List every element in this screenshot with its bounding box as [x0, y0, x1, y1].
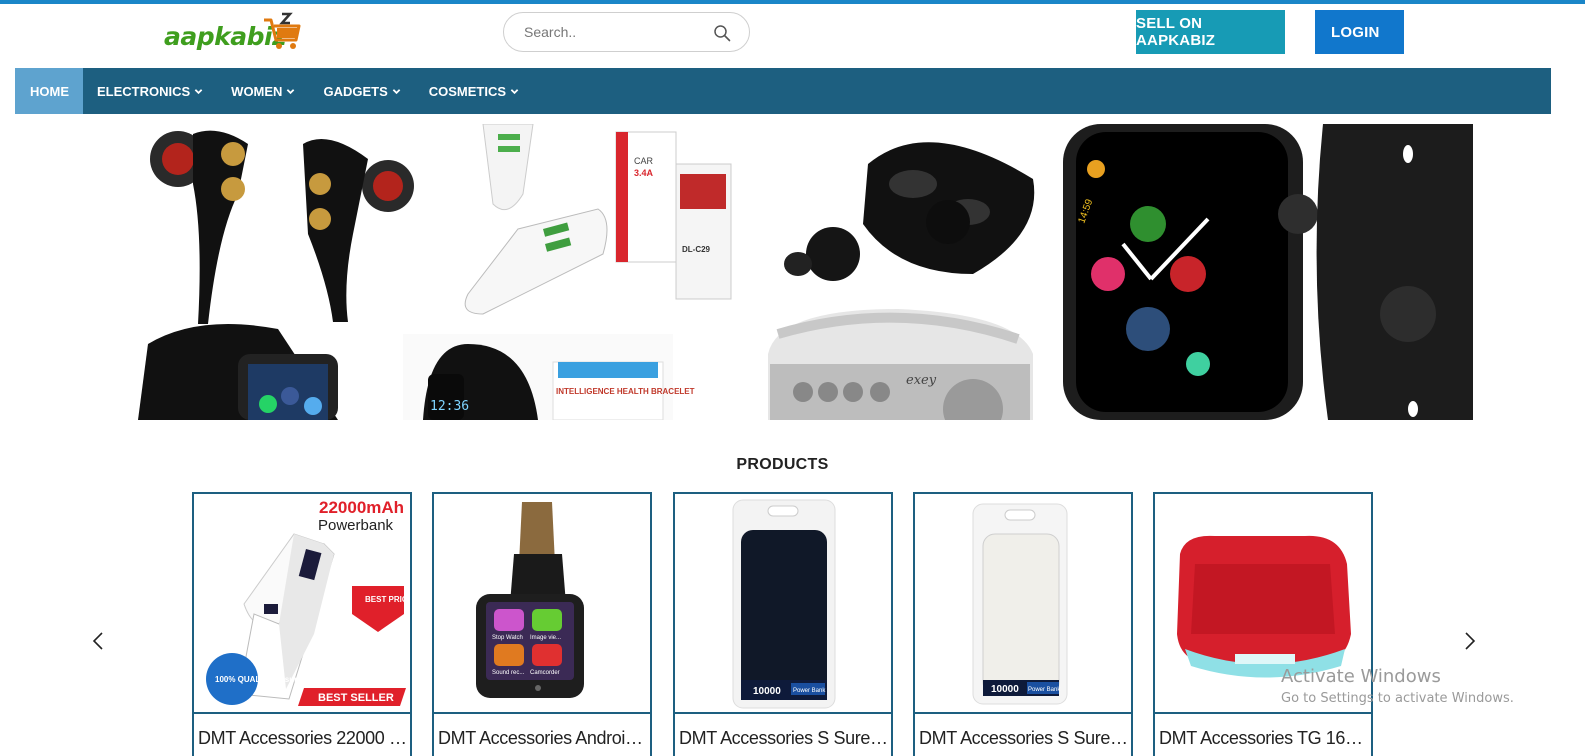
- watch-screen-label: Camcorder: [530, 670, 560, 676]
- chevron-down-icon: [510, 88, 519, 94]
- product-card[interactable]: 22000mAh Powerbank BEST PRICE 100% QUALI…: [192, 492, 412, 756]
- search-box: [503, 12, 750, 52]
- site-logo[interactable]: aapkabiz: [164, 10, 304, 54]
- chevron-down-icon: [194, 88, 203, 94]
- sell-on-aapkabiz-button[interactable]: SELL ON AAPKABIZ: [1136, 10, 1285, 54]
- product-image: 10000 Power Bank: [675, 494, 891, 712]
- nav-item-cosmetics[interactable]: COSMETICS: [415, 68, 533, 114]
- card-divider: [194, 712, 410, 714]
- charger-box-label: CAR: [634, 156, 654, 166]
- speaker-image: exey: [768, 309, 1033, 420]
- product-card[interactable]: 10000 Power Bank DMT Accessories S Sure …: [913, 492, 1133, 756]
- product-capacity: 10000: [753, 686, 781, 697]
- chevron-down-icon: [392, 88, 401, 94]
- top-accent-line: [0, 0, 1585, 4]
- card-divider: [675, 712, 891, 714]
- product-capacity: 10000: [991, 684, 1019, 695]
- search-icon[interactable]: [713, 24, 731, 42]
- product-name[interactable]: DMT Accessories Android Sm...: [438, 728, 648, 749]
- charger-model: DL-C29: [682, 245, 711, 254]
- products-heading: PRODUCTS: [736, 456, 829, 473]
- search-input[interactable]: [524, 21, 704, 43]
- charger-rating: 3.4A: [634, 168, 654, 178]
- chevron-right-icon[interactable]: [1458, 630, 1480, 652]
- fitness-band-image: 12:36 INTELLIGENCE HEALTH BRACELET: [403, 334, 695, 420]
- product-image: 10000 Power Bank: [915, 494, 1131, 712]
- product-card[interactable]: DMT Accessories TG 162 Wire...: [1153, 492, 1373, 756]
- nav-item-home[interactable]: HOME: [15, 68, 83, 114]
- product-brand-label: Power Bank: [793, 688, 826, 694]
- product-image: 22000mAh Powerbank BEST PRICE 100% QUALI…: [194, 494, 410, 712]
- nav-item-label: HOME: [30, 83, 69, 99]
- card-divider: [434, 712, 650, 714]
- product-card[interactable]: 10000 Power Bank DMT Accessories S Sure …: [673, 492, 893, 756]
- banner-image: CAR 3.4A DL-C29 12:36 INTELLIGENCE HEALT…: [138, 124, 1473, 420]
- quality-seal: 100% QUALITY Assured: [215, 675, 307, 684]
- nav-item-label: WOMEN: [231, 83, 283, 99]
- product-card[interactable]: Stop Watch Image vie... Sound rec... Cam…: [432, 492, 652, 756]
- earphones-image: [150, 130, 414, 324]
- apple-watch-image: 14:59: [1058, 124, 1473, 420]
- product-name[interactable]: DMT Accessories S Sure Powe...: [679, 728, 889, 749]
- watermark-title: Activate Windows: [1281, 666, 1441, 687]
- cart-icon: [264, 12, 301, 49]
- product-badge-sub: Powerbank: [318, 517, 394, 534]
- smartwatch-image: [138, 324, 338, 420]
- product-image: Stop Watch Image vie... Sound rec... Cam…: [434, 494, 650, 712]
- product-tag: BEST SELLER: [318, 692, 394, 704]
- nav-item-label: COSMETICS: [428, 83, 507, 99]
- nav-item-electronics[interactable]: ELECTRONICS: [83, 68, 217, 114]
- product-name[interactable]: DMT Accessories TG 162 Wire...: [1159, 728, 1369, 749]
- chevron-left-icon[interactable]: [88, 630, 110, 652]
- band-time: 12:36: [430, 399, 469, 414]
- chevron-down-icon: [287, 88, 295, 94]
- product-name[interactable]: DMT Accessories 22000 Power...: [198, 728, 408, 749]
- watch-screen-label: Image vie...: [530, 635, 561, 641]
- watermark-subtitle: Go to Settings to activate Windows.: [1281, 691, 1514, 706]
- main-nav: HOME ELECTRONICS WOMEN GADGETS COSMETICS: [15, 68, 1551, 114]
- earbuds-image: [784, 142, 1035, 281]
- watch-screen-label: Stop Watch: [492, 635, 523, 641]
- car-charger-image: CAR 3.4A DL-C29: [464, 124, 732, 315]
- nav-item-label: GADGETS: [323, 83, 388, 99]
- product-tag: BEST PRICE: [365, 595, 410, 604]
- hero-banner[interactable]: CAR 3.4A DL-C29 12:36 INTELLIGENCE HEALT…: [138, 124, 1473, 420]
- windows-activation-watermark: Activate Windows Go to Settings to activ…: [1281, 666, 1514, 706]
- speaker-brand: exey: [906, 373, 937, 388]
- product-brand-label: Power Bank: [1028, 687, 1061, 693]
- login-button[interactable]: LOGIN: [1315, 10, 1404, 54]
- product-name[interactable]: DMT Accessories S Sure Powe...: [919, 728, 1129, 749]
- card-divider: [915, 712, 1131, 714]
- nav-item-label: ELECTRONICS: [97, 83, 191, 99]
- band-box-label: INTELLIGENCE HEALTH BRACELET: [556, 387, 695, 396]
- nav-item-women[interactable]: WOMEN: [217, 68, 309, 114]
- card-divider: [1155, 712, 1371, 714]
- nav-item-gadgets[interactable]: GADGETS: [309, 68, 414, 114]
- watch-screen-label: Sound rec...: [492, 670, 525, 676]
- product-badge-top: 22000mAh: [319, 498, 404, 517]
